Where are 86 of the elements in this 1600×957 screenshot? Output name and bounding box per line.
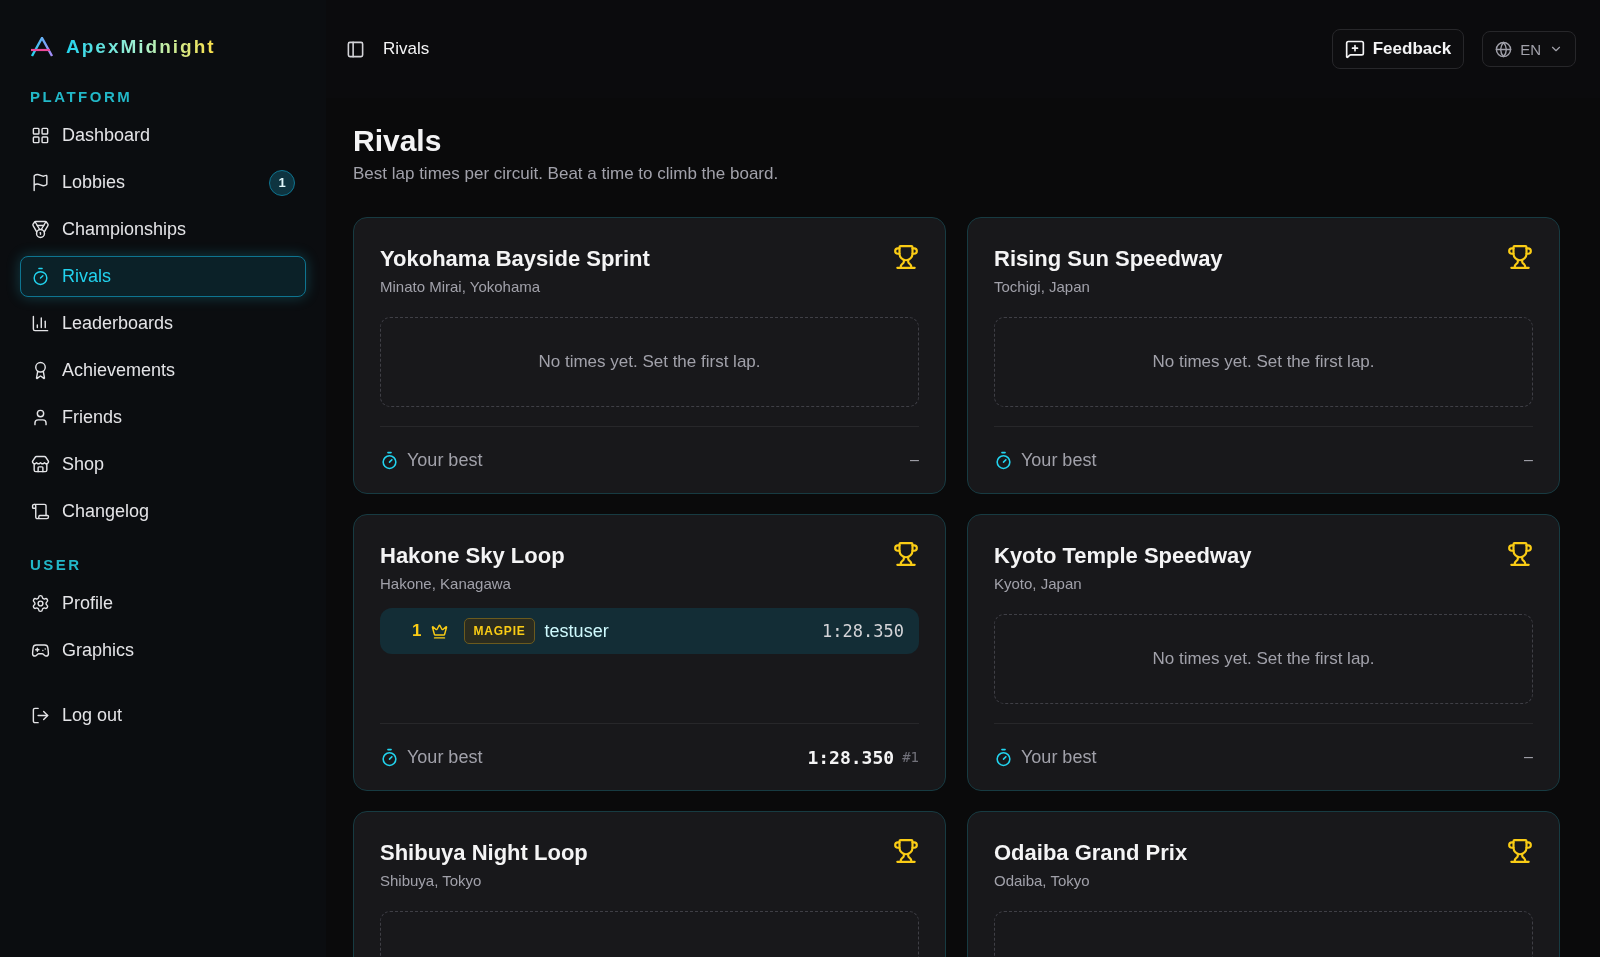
sidebar-toggle-icon[interactable]	[346, 39, 365, 59]
logo-icon	[30, 37, 54, 57]
stopwatch-icon	[380, 747, 399, 767]
nav-label: Graphics	[62, 640, 136, 661]
nav-item[interactable]: Championships	[20, 209, 306, 250]
nav-label: Leaderboards	[62, 313, 175, 334]
feedback-button[interactable]: Feedback	[1331, 29, 1465, 69]
circuit-location: Kyoto, Japan	[994, 575, 1083, 592]
nav-label: Changelog	[62, 501, 151, 522]
best-time: –	[1524, 451, 1533, 469]
nav-item[interactable]: Friends	[20, 397, 306, 438]
best-label: Your best	[1021, 449, 1098, 471]
circuit-title: Odaiba Grand Prix	[994, 840, 1188, 866]
team-tag: MAGPIE	[464, 618, 535, 644]
nav-item[interactable]: Changelog	[20, 491, 306, 532]
trophy-icon	[1507, 541, 1533, 567]
nav-label: Championships	[62, 219, 188, 240]
empty-message: No times yet. Set the first lap.	[538, 352, 761, 372]
page-subtitle: Best lap times per circuit. Beat a time to climb the board.	[353, 164, 780, 184]
circuit-title: Rising Sun Speedway	[994, 246, 1223, 272]
best-label: Your best	[407, 746, 484, 768]
grid-icon	[31, 126, 50, 145]
medal-icon	[31, 220, 50, 239]
logout-icon	[31, 706, 50, 725]
nav-item[interactable]: Achievements	[20, 350, 306, 391]
circuit-title: Yokohama Bayside Sprint	[380, 246, 650, 272]
stopwatch-icon	[31, 267, 50, 286]
nav-label: Rivals	[62, 266, 112, 287]
section-title: USER	[29, 556, 83, 573]
circuit-title: Shibuya Night Loop	[380, 840, 588, 866]
lap-time: 1:28.350	[822, 621, 904, 641]
gamepad-icon	[31, 641, 50, 660]
circuit-location: Hakone, Kanagawa	[380, 575, 512, 592]
empty-message: No times yet. Set the first lap.	[1152, 352, 1375, 372]
empty-message: No times yet. Set the first lap.	[1152, 649, 1375, 669]
best-time: –	[910, 451, 919, 469]
nav-label: Lobbies	[62, 172, 127, 193]
page-title: Rivals	[353, 124, 443, 158]
trophy-icon	[893, 244, 919, 270]
breadcrumb: Rivals	[383, 39, 431, 59]
nav-item[interactable]: Rivals	[20, 256, 306, 297]
circuit-title: Hakone Sky Loop	[380, 543, 565, 569]
logout-item[interactable]: Log out	[20, 695, 306, 736]
player-name: testuser	[544, 620, 610, 642]
nav-label: Shop	[62, 454, 106, 475]
best-label: Your best	[407, 449, 484, 471]
message-plus-icon	[1344, 39, 1365, 59]
nav-label: Dashboard	[62, 125, 152, 146]
crown-icon	[431, 622, 449, 640]
circuit-location: Minato Mirai, Yokohama	[380, 278, 542, 295]
section-title: PLATFORM	[29, 88, 134, 105]
settings-icon	[31, 594, 50, 613]
trophy-icon	[1507, 244, 1533, 270]
best-time: 1:28.350	[807, 746, 895, 768]
nav-label: Friends	[62, 407, 124, 428]
stopwatch-icon	[994, 747, 1013, 767]
nav-label: Achievements	[62, 360, 177, 381]
nav-item[interactable]: Dashboard	[20, 115, 306, 156]
stopwatch-icon	[994, 450, 1013, 470]
globe-icon	[1495, 40, 1513, 58]
trophy-icon	[1507, 838, 1533, 864]
rank: 1	[412, 621, 422, 641]
nav-item[interactable]: Shop	[20, 444, 306, 485]
circuit-location: Tochigi, Japan	[994, 278, 1091, 295]
nav-item[interactable]: Graphics	[20, 630, 306, 671]
nav-item[interactable]: Profile	[20, 583, 306, 624]
trophy-icon	[893, 838, 919, 864]
store-icon	[31, 455, 50, 474]
nav-item[interactable]: Lobbies 1	[20, 162, 306, 203]
nav-label: Log out	[62, 705, 124, 726]
nav-item[interactable]: Leaderboards	[20, 303, 306, 344]
trophy-icon	[893, 541, 919, 567]
circuit-location: Odaiba, Tokyo	[994, 872, 1091, 889]
nav-label: Profile	[62, 593, 115, 614]
bar-chart-icon	[31, 314, 50, 333]
flag-icon	[31, 173, 50, 192]
best-label: Your best	[1021, 746, 1098, 768]
language-button[interactable]: EN	[1482, 31, 1576, 67]
stopwatch-icon	[380, 450, 399, 470]
circuit-title: Kyoto Temple Speedway	[994, 543, 1252, 569]
scroll-icon	[31, 502, 50, 521]
best-rank: #1	[902, 749, 919, 765]
user-icon	[31, 408, 50, 427]
best-time: –	[1524, 748, 1533, 766]
circuit-location: Shibuya, Tokyo	[380, 872, 483, 889]
count-badge: 1	[269, 169, 295, 196]
